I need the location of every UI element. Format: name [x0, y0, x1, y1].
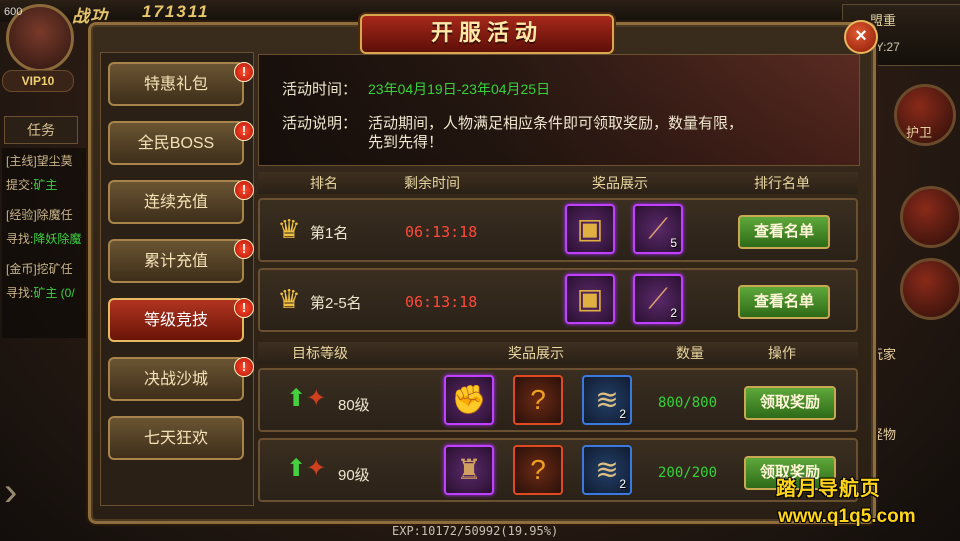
event-desc-label: 活动说明： — [282, 115, 358, 132]
event-desc-line: 先到先得！ — [368, 134, 444, 151]
event-time-value: 23年04月19日-23年04月25日 — [368, 81, 551, 97]
scrolls-icon[interactable]: ≋ 2 — [582, 445, 632, 495]
alert-badge: ! — [234, 180, 254, 200]
level-table-header: 目标等级 奖品展示 数量 操作 — [258, 342, 858, 364]
mystery-box-icon[interactable]: ? — [513, 445, 563, 495]
sidebar-item-total-recharge[interactable]: 累计充值 — [108, 239, 244, 283]
sidebar-item-castle-war[interactable]: 决战沙城 — [108, 357, 244, 401]
event-desc-line: 活动期间，人物满足相应条件即可领取奖励，数量有限， — [368, 115, 744, 132]
skill-button[interactable] — [900, 186, 960, 248]
scroll-icon[interactable]: ⟋ 2 — [633, 274, 683, 324]
task-line: 寻找:降妖除魔 — [6, 232, 82, 246]
hp-value: 600 — [4, 6, 23, 18]
target-level: 90级 — [338, 467, 370, 484]
treasure-chest-icon[interactable]: ▣ — [565, 204, 615, 254]
task-line: 寻找:矿主 (0/ — [6, 286, 75, 300]
watermark-title: 踏月导航页 — [776, 478, 881, 500]
alert-badge: ! — [234, 298, 254, 318]
power-value: 171311 — [142, 2, 210, 21]
dialog-title: 开服活动 — [360, 14, 614, 54]
sidebar-item-seven-day-carnival[interactable]: 七天狂欢 — [108, 416, 244, 460]
column-header: 操作 — [768, 345, 796, 361]
task-line: 提交:矿主 — [6, 178, 58, 192]
claim-reward-button[interactable]: 领取奖励 — [744, 386, 836, 420]
remaining-quantity: 200/200 — [658, 465, 718, 481]
rank-label: 第1名 — [310, 225, 349, 242]
view-list-button[interactable]: 查看名单 — [738, 285, 830, 319]
close-button[interactable]: × — [844, 20, 878, 54]
task-list[interactable]: [主线]望尘莫 提交:矿主 [经验]除魔任 寻找:降妖除魔 [金币]挖矿任 寻找… — [2, 148, 102, 338]
task-line: [主线]望尘莫 — [6, 154, 73, 168]
scrolls-icon[interactable]: ≋ 2 — [582, 375, 632, 425]
column-header: 奖品展示 — [592, 175, 648, 191]
guard-label: 护卫 — [906, 125, 933, 140]
target-level: 80级 — [338, 397, 370, 414]
exp-bar-text: EXP:10172/50992(19.95%) — [392, 524, 559, 538]
column-header: 数量 — [676, 345, 704, 361]
column-header: 奖品展示 — [508, 345, 564, 361]
sidebar-item-level-race[interactable]: 等级竞技 — [108, 298, 244, 342]
alert-badge: ! — [234, 239, 254, 259]
level-up-icon: ⬆✦ — [286, 385, 327, 412]
event-info-banner — [258, 54, 860, 166]
remaining-quantity: 800/800 — [658, 395, 718, 411]
column-header: 剩余时间 — [404, 175, 460, 191]
watermark-url: www.q1q5.com — [778, 506, 916, 527]
crown-icon: ♛ — [277, 214, 301, 244]
scroll-icon[interactable]: ⟋ 5 — [633, 204, 683, 254]
treasure-chest-icon[interactable]: ▣ — [565, 274, 615, 324]
task-tab[interactable]: 任务 — [4, 116, 78, 144]
column-header: 排行名单 — [754, 175, 810, 191]
level-up-icon: ⬆✦ — [286, 455, 327, 482]
task-line: [经验]除魔任 — [6, 208, 73, 222]
task-line: [金币]挖矿任 — [6, 262, 73, 276]
alert-badge: ! — [234, 121, 254, 141]
gauntlet-icon[interactable]: ✊ — [444, 375, 494, 425]
crown-icon: ♛ — [277, 284, 301, 314]
sidebar-item-continuous-recharge[interactable]: 连续充值 — [108, 180, 244, 224]
sidebar-item-world-boss[interactable]: 全民BOSS — [108, 121, 244, 165]
alert-badge: ! — [234, 357, 254, 377]
event-time-label: 活动时间： — [282, 81, 358, 98]
mystery-box-icon[interactable]: ? — [513, 375, 563, 425]
countdown-timer: 06:13:18 — [405, 293, 478, 311]
countdown-timer: 06:13:18 — [405, 223, 478, 241]
column-header: 目标等级 — [292, 345, 348, 361]
vip-badge[interactable]: VIP10 — [2, 70, 74, 92]
rank-label: 第2-5名 — [310, 295, 362, 312]
sidebar-item-special-gift[interactable]: 特惠礼包 — [108, 62, 244, 106]
armor-icon[interactable]: ♜ — [444, 445, 494, 495]
column-header: 排名 — [310, 175, 338, 191]
view-list-button[interactable]: 查看名单 — [738, 215, 830, 249]
chevron-right-icon[interactable]: › — [4, 462, 32, 522]
rank-table-header: 排名 剩余时间 奖品展示 排行名单 — [258, 172, 858, 194]
skill-button[interactable] — [900, 258, 960, 320]
alert-badge: ! — [234, 62, 254, 82]
